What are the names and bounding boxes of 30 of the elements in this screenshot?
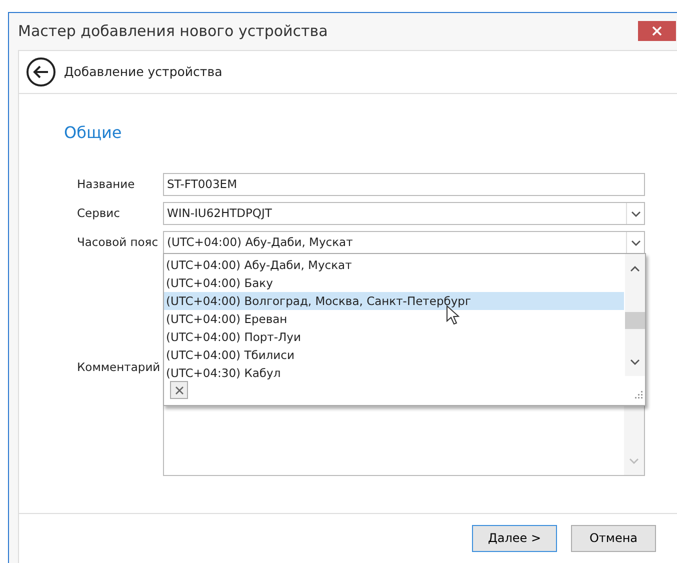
- section-title: Общие: [64, 122, 123, 144]
- resize-grip-icon[interactable]: [635, 390, 643, 399]
- dropdown-caret-icon: [630, 210, 640, 216]
- scroll-thumb[interactable]: [625, 312, 645, 329]
- dropdown-option[interactable]: (UTC+04:30) Кабул: [164, 364, 624, 382]
- scrollbar[interactable]: [625, 254, 645, 376]
- window-title: Мастер добавления нового устройства: [18, 21, 328, 42]
- close-icon: [174, 386, 184, 394]
- field-label: Часовой пояс: [77, 234, 160, 251]
- close-button[interactable]: [638, 21, 676, 41]
- scroll-down-icon[interactable]: [630, 358, 640, 365]
- field-label: Название: [77, 176, 136, 193]
- input-field[interactable]: ST-FT003EM: [163, 173, 645, 196]
- dropdown-caret-icon: [630, 240, 640, 246]
- wizard-button[interactable]: Далее >: [472, 524, 557, 552]
- dropdown-option[interactable]: (UTC+04:00) Ереван: [164, 310, 624, 328]
- dropdown-option[interactable]: (UTC+04:00) Баку: [164, 274, 624, 292]
- dropdown-field[interactable]: WIN-IU62HTDPQJT: [163, 202, 645, 225]
- dropdown-option[interactable]: (UTC+04:00) Тбилиси: [164, 346, 624, 364]
- close-icon: [652, 26, 662, 36]
- field-label: Сервис: [77, 204, 121, 222]
- clear-button[interactable]: [170, 381, 188, 399]
- wizard-button[interactable]: Отмена: [571, 524, 656, 552]
- page-title: Добавление устройства: [64, 62, 222, 81]
- back-icon[interactable]: [26, 57, 56, 87]
- dropdown-option[interactable]: (UTC+04:00) Порт-Луи: [164, 328, 624, 346]
- field-label: Комментарий: [77, 359, 162, 376]
- dropdown-option[interactable]: (UTC+04:00) Волгоград, Москва, Санкт-Петербург: [164, 292, 624, 310]
- dropdown-option[interactable]: (UTC+04:00) Абу-Даби, Мускат: [164, 256, 624, 274]
- scroll-up-icon[interactable]: [630, 266, 640, 272]
